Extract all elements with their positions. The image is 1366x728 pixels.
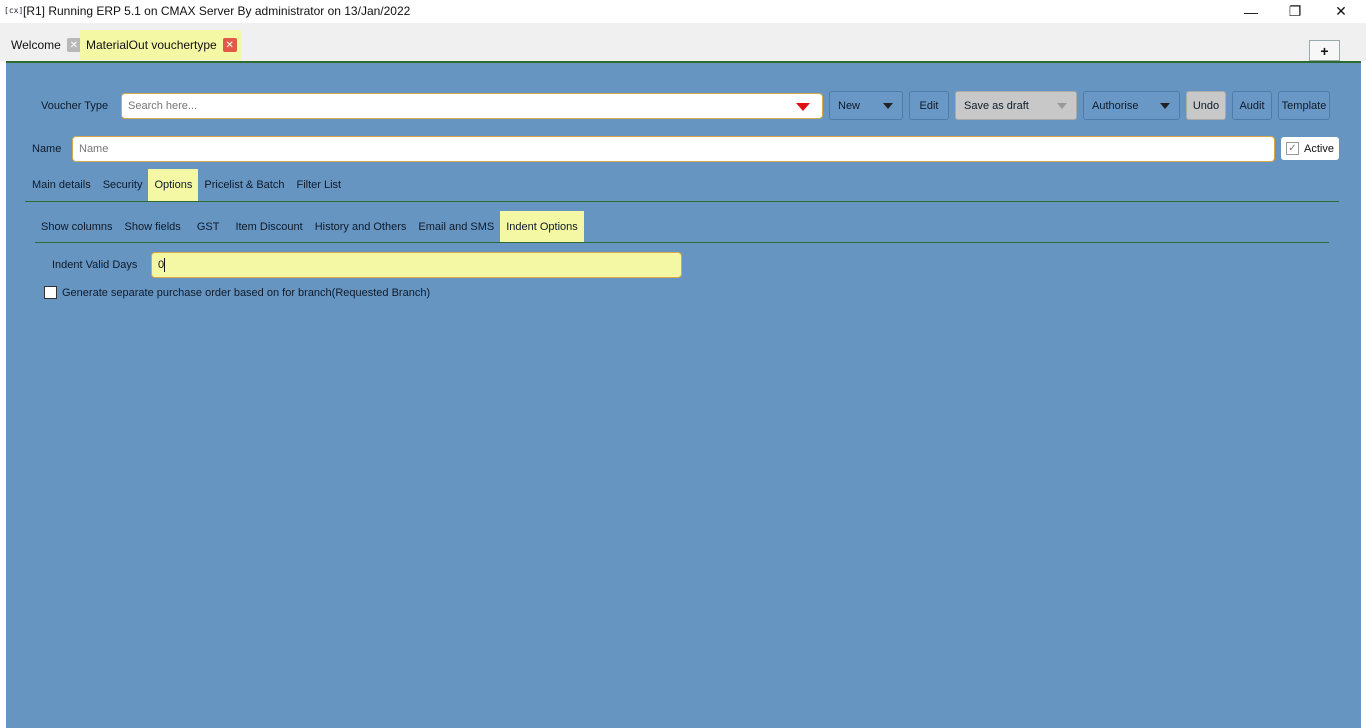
subtab-indent-options[interactable]: Indent Options	[500, 211, 584, 243]
subtab-email-sms[interactable]: Email and SMS	[412, 211, 500, 243]
tab-options[interactable]: Options	[148, 169, 199, 201]
tab-pricelist-batch[interactable]: Pricelist & Batch	[198, 169, 290, 201]
edit-button-label: Edit	[919, 99, 939, 112]
name-placeholder: Name	[79, 143, 109, 155]
separate-po-checkbox-row[interactable]: Generate separate purchase order based o…	[44, 286, 430, 299]
new-dropdown[interactable]	[874, 92, 902, 119]
save-draft-dropdown[interactable]	[1048, 92, 1076, 119]
tab-close-icon[interactable]: ✕	[66, 38, 81, 52]
tab-label: MaterialOut vouchertype	[86, 38, 217, 52]
document-tab-strip: Welcome ✕ MaterialOut vouchertype ✕ +	[0, 23, 1366, 61]
new-button-label: New	[838, 99, 861, 112]
close-window-button[interactable]: ✕	[1318, 0, 1364, 23]
save-as-draft-label: Save as draft	[964, 99, 1029, 112]
tab-label: Welcome	[11, 38, 61, 52]
app-icon: [cx]	[4, 6, 24, 15]
edit-button[interactable]: Edit	[909, 91, 949, 120]
authorise-dropdown[interactable]	[1151, 92, 1179, 119]
save-as-draft-button[interactable]: Save as draft	[955, 91, 1077, 120]
options-sub-tab-bar: Show columns Show fields GST Item Discou…	[35, 211, 584, 243]
tab-close-icon[interactable]: ✕	[222, 38, 237, 52]
new-button[interactable]: New	[829, 91, 903, 120]
close-icon: ✕	[1335, 3, 1347, 19]
subtab-history-others[interactable]: History and Others	[309, 211, 413, 243]
name-input[interactable]: Name	[72, 136, 1275, 162]
text-cursor	[164, 258, 165, 272]
active-label: Active	[1304, 142, 1334, 155]
authorise-button[interactable]: Authorise	[1083, 91, 1180, 120]
restore-button[interactable]: ❐	[1272, 0, 1318, 23]
name-label: Name	[32, 143, 62, 155]
indent-valid-days-label: Indent Valid Days	[52, 259, 138, 271]
minimize-icon: —	[1244, 3, 1258, 20]
audit-button[interactable]: Audit	[1232, 91, 1272, 120]
subtab-item-discount[interactable]: Item Discount	[229, 211, 308, 243]
tab-welcome[interactable]: Welcome ✕	[4, 30, 85, 60]
tab-materialout-vouchertype[interactable]: MaterialOut vouchertype ✕	[80, 30, 241, 60]
audit-label: Audit	[1239, 99, 1265, 112]
separate-po-label: Generate separate purchase order based o…	[62, 286, 431, 299]
tab-security[interactable]: Security	[97, 169, 149, 201]
subtab-show-fields[interactable]: Show fields	[119, 211, 187, 243]
chevron-down-icon	[1057, 102, 1067, 109]
template-label: Template	[1281, 99, 1327, 112]
undo-button[interactable]: Undo	[1186, 91, 1226, 120]
plus-icon: +	[1320, 42, 1329, 59]
chevron-down-icon	[883, 102, 893, 109]
title-bar: [cx] [R1] Running ERP 5.1 on CMAX Server…	[0, 0, 1366, 23]
voucher-type-label: Voucher Type	[41, 100, 109, 112]
authorise-label: Authorise	[1092, 99, 1139, 112]
sub-tab-divider	[35, 242, 1329, 243]
search-placeholder: Search here...	[128, 100, 198, 112]
main-tab-bar: Main details Security Options Pricelist …	[26, 169, 347, 201]
undo-label: Undo	[1192, 99, 1220, 112]
add-tab-button[interactable]: +	[1309, 40, 1340, 61]
main-tab-divider	[25, 201, 1339, 202]
dropdown-arrow-icon[interactable]	[796, 103, 810, 111]
separate-po-checkbox[interactable]	[44, 286, 57, 299]
template-button[interactable]: Template	[1278, 91, 1330, 120]
tab-filter-list[interactable]: Filter List	[290, 169, 347, 201]
subtab-gst[interactable]: GST	[187, 211, 230, 243]
indent-valid-days-input[interactable]: 0	[151, 252, 682, 278]
chevron-down-icon	[1160, 102, 1170, 109]
window-title: [R1] Running ERP 5.1 on CMAX Server By a…	[23, 4, 411, 18]
restore-icon: ❐	[1288, 3, 1302, 19]
voucher-type-search-input[interactable]: Search here...	[121, 93, 823, 119]
checkmark-icon: ✓	[1286, 142, 1299, 155]
main-panel: Voucher Type Search here... New Edit Sav…	[6, 61, 1361, 728]
tab-main-details[interactable]: Main details	[26, 169, 97, 201]
subtab-show-columns[interactable]: Show columns	[35, 211, 119, 243]
active-checkbox[interactable]: ✓ Active	[1281, 137, 1339, 160]
minimize-button[interactable]: —	[1228, 0, 1274, 23]
